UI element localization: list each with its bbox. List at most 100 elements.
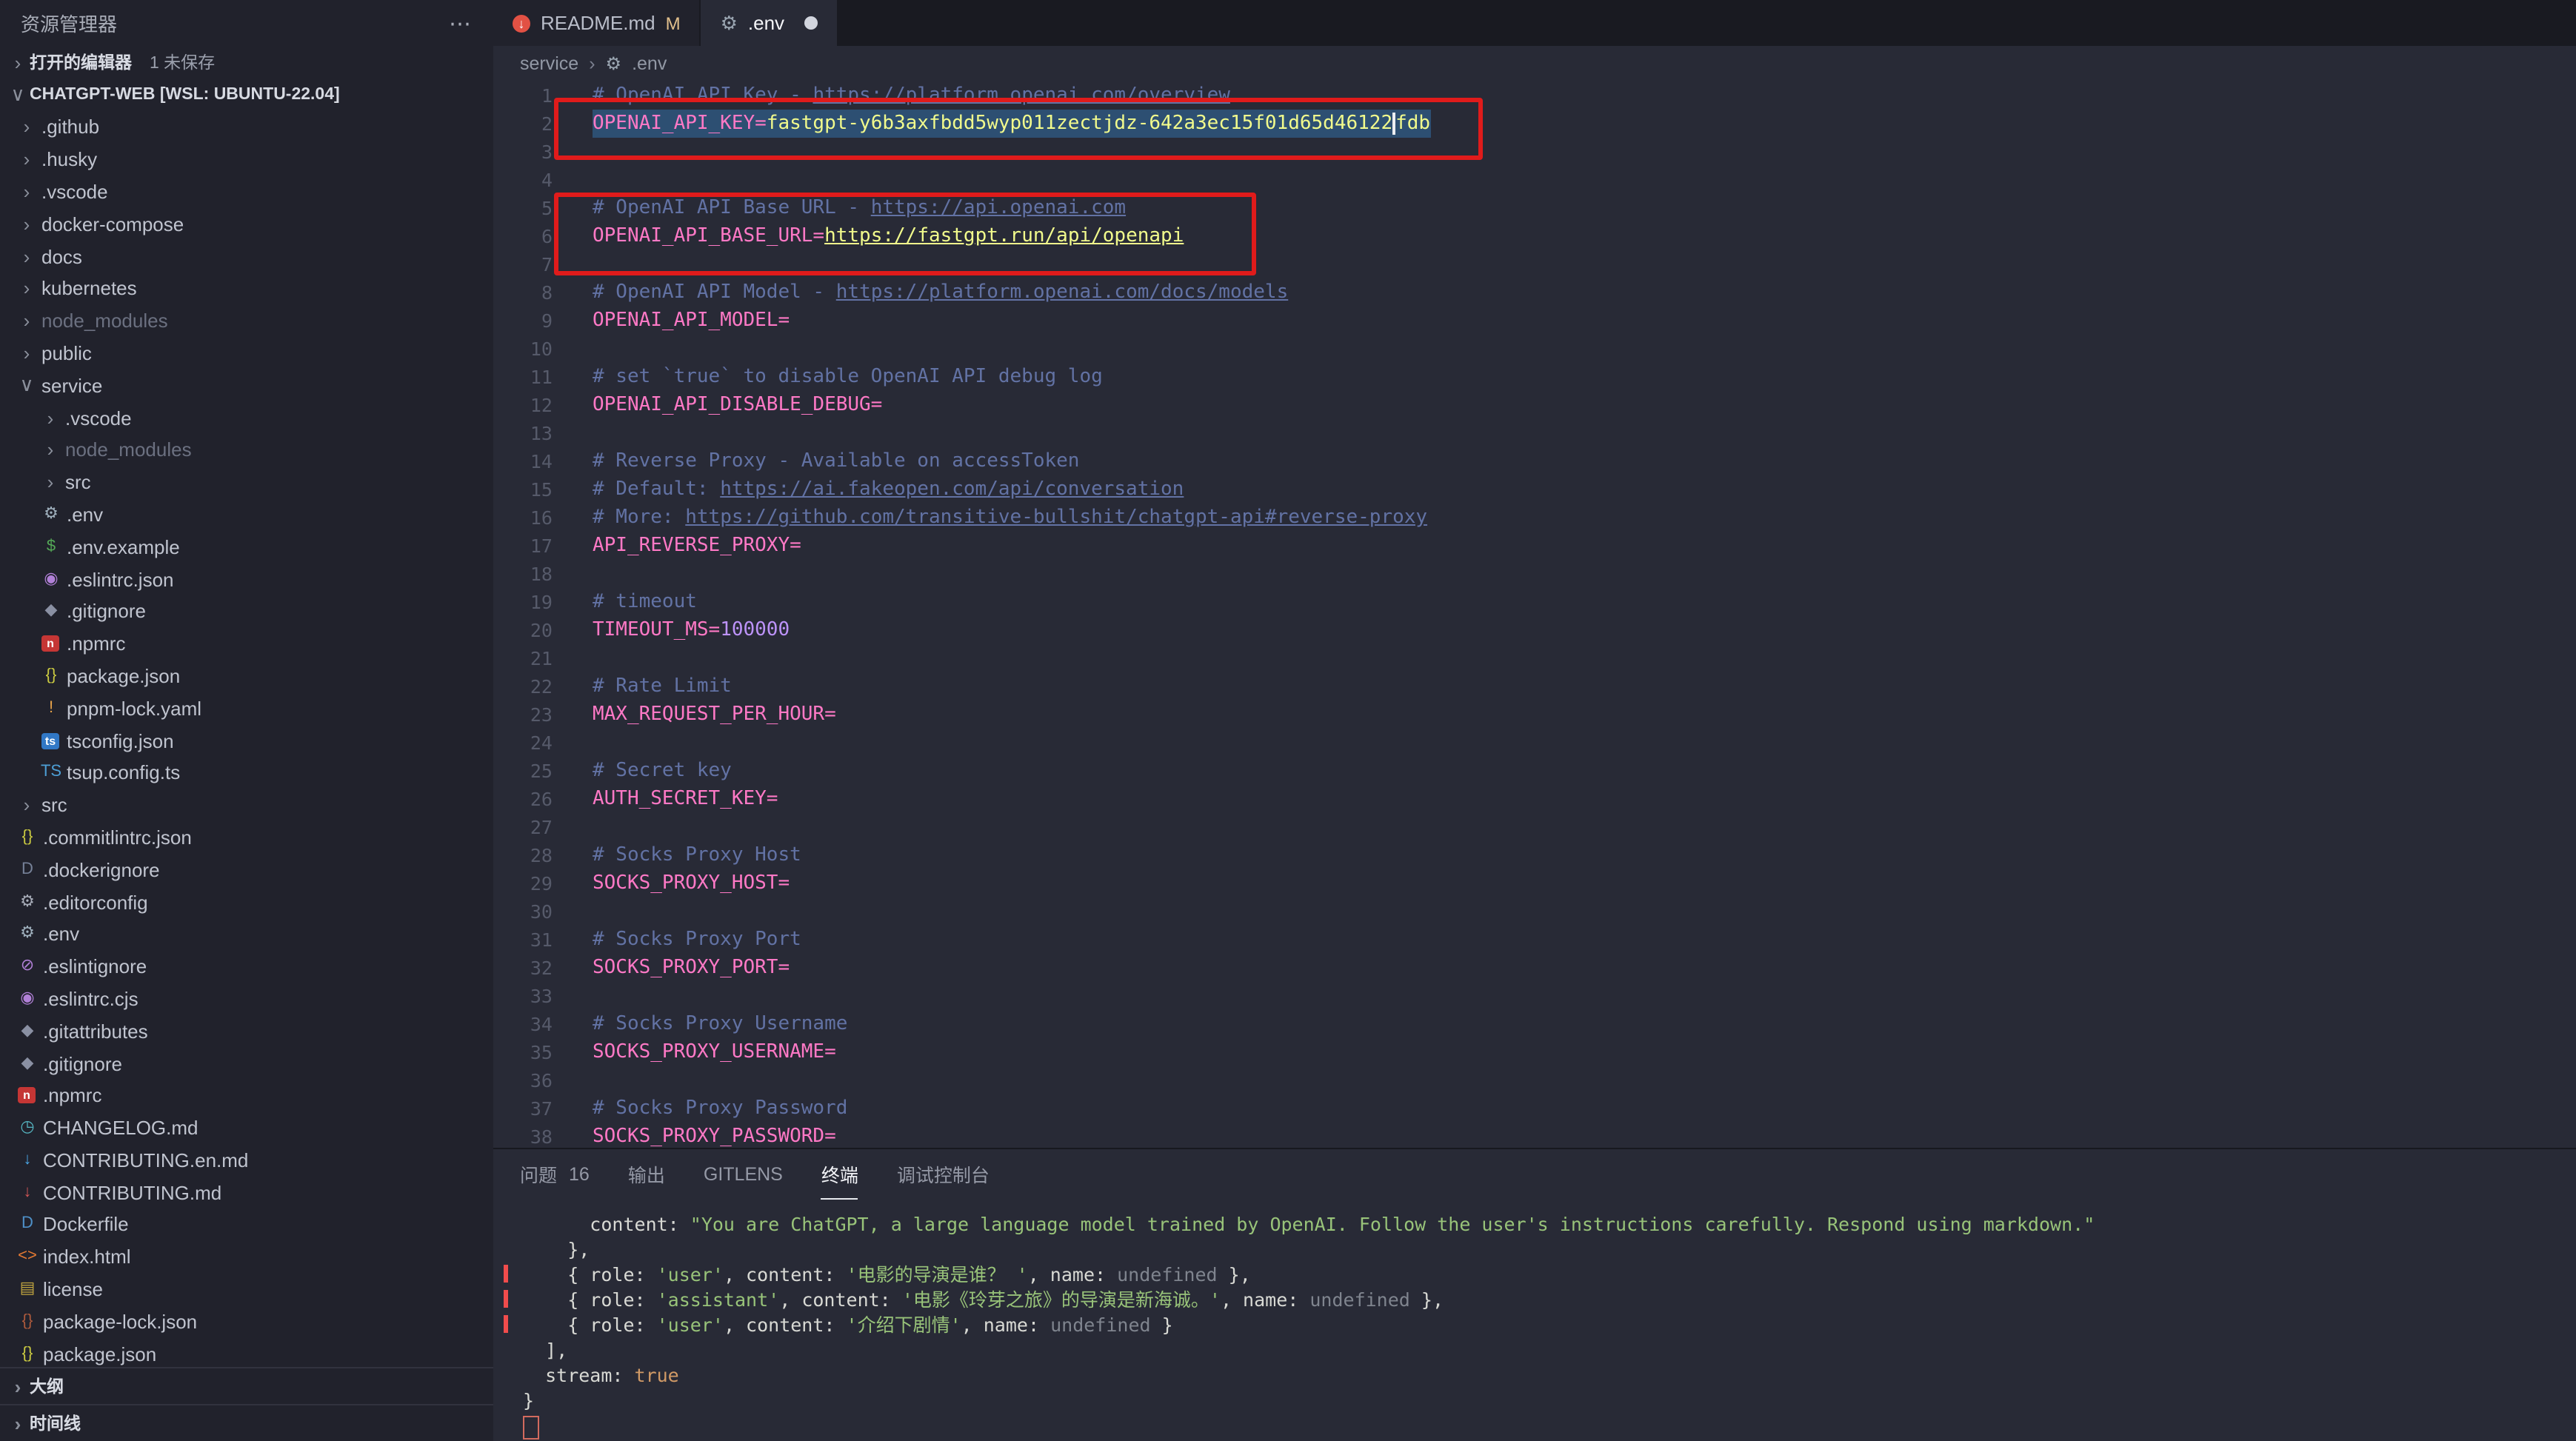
line-number[interactable]: 30 xyxy=(493,897,593,926)
timeline-section[interactable]: › 时间线 xyxy=(0,1404,493,1441)
code-line[interactable]: 28# Socks Proxy Host xyxy=(493,841,2576,869)
code-line[interactable]: 31# Socks Proxy Port xyxy=(493,926,2576,954)
project-root-header[interactable]: ∨ CHATGPT-WEB [WSL: UBUNTU-22.04] xyxy=(0,78,493,111)
line-number[interactable]: 32 xyxy=(493,954,593,982)
tab-env[interactable]: ⚙.env xyxy=(701,0,838,46)
tree-file-eslintrc-cjs[interactable]: ◉.eslintrc.cjs xyxy=(0,983,493,1015)
line-number[interactable]: 17 xyxy=(493,532,593,560)
tree-folder-github[interactable]: ›.github xyxy=(0,111,493,144)
tree-folder-kubernetes[interactable]: ›kubernetes xyxy=(0,273,493,305)
code-line[interactable]: 30 xyxy=(493,897,2576,926)
code-line[interactable]: 11# set `true` to disable OpenAI API deb… xyxy=(493,363,2576,391)
code-line[interactable]: 23MAX_REQUEST_PER_HOUR= xyxy=(493,701,2576,729)
code-line[interactable]: 34# Socks Proxy Username xyxy=(493,1010,2576,1038)
tree-file-license[interactable]: ▤license xyxy=(0,1273,493,1305)
tree-file-package-json[interactable]: {}package.json xyxy=(0,660,493,692)
line-number[interactable]: 11 xyxy=(493,363,593,391)
code-line[interactable]: 24 xyxy=(493,729,2576,757)
tree-file-npmrc[interactable]: n.npmrc xyxy=(0,628,493,661)
code-line[interactable]: 25# Secret key xyxy=(493,757,2576,785)
line-number[interactable]: 21 xyxy=(493,644,593,672)
line-number[interactable]: 12 xyxy=(493,391,593,419)
code-line[interactable]: 16# More: https://github.com/transitive-… xyxy=(493,504,2576,532)
tab-readme[interactable]: ↓README.mdM xyxy=(493,0,701,46)
code-line[interactable]: 7 xyxy=(493,250,2576,278)
code-line[interactable]: 26AUTH_SECRET_KEY= xyxy=(493,785,2576,813)
line-number[interactable]: 4 xyxy=(493,166,593,194)
code-line[interactable]: 10 xyxy=(493,335,2576,363)
tree-file-env[interactable]: ⚙.env xyxy=(0,918,493,951)
line-number[interactable]: 3 xyxy=(493,138,593,166)
line-number[interactable]: 1 xyxy=(493,81,593,110)
line-number[interactable]: 14 xyxy=(493,447,593,475)
tree-folder-node-modules[interactable]: ›node_modules xyxy=(0,305,493,338)
line-number[interactable]: 24 xyxy=(493,729,593,757)
link-text[interactable]: https://github.com/transitive-bullshit/c… xyxy=(685,506,1427,529)
outline-section[interactable]: › 大纲 xyxy=(0,1367,493,1404)
code-line[interactable]: 6OPENAI_API_BASE_URL=https://fastgpt.run… xyxy=(493,222,2576,250)
code-line[interactable]: 4 xyxy=(493,166,2576,194)
line-number[interactable]: 36 xyxy=(493,1066,593,1094)
tree-file-pnpm-lock-yaml[interactable]: !pnpm-lock.yaml xyxy=(0,692,493,725)
line-number[interactable]: 35 xyxy=(493,1038,593,1066)
code-line[interactable]: 20TIMEOUT_MS=100000 xyxy=(493,616,2576,644)
code-line[interactable]: 14# Reverse Proxy - Available on accessT… xyxy=(493,447,2576,475)
line-number[interactable]: 19 xyxy=(493,588,593,616)
code-line[interactable]: 15# Default: https://ai.fakeopen.com/api… xyxy=(493,475,2576,504)
code-line[interactable]: 17API_REVERSE_PROXY= xyxy=(493,532,2576,560)
tree-file-contributing-en-md[interactable]: ↓CONTRIBUTING.en.md xyxy=(0,1144,493,1177)
code-line[interactable]: 27 xyxy=(493,813,2576,841)
code-editor[interactable]: 1# OpenAI API Key - https://platform.ope… xyxy=(493,81,2576,1148)
code-line[interactable]: 19# timeout xyxy=(493,588,2576,616)
code-line[interactable]: 36 xyxy=(493,1066,2576,1094)
code-line[interactable]: 29SOCKS_PROXY_HOST= xyxy=(493,869,2576,897)
tree-folder-src[interactable]: ›src xyxy=(0,789,493,821)
tree-file-commitlintrc-json[interactable]: {}.commitlintrc.json xyxy=(0,821,493,854)
tree-folder-service[interactable]: ∨service xyxy=(0,370,493,402)
tree-file-gitignore[interactable]: ◆.gitignore xyxy=(0,595,493,628)
tree-file-tsconfig-json[interactable]: tstsconfig.json xyxy=(0,724,493,757)
code-line[interactable]: 9OPENAI_API_MODEL= xyxy=(493,307,2576,335)
code-line[interactable]: 13 xyxy=(493,419,2576,447)
line-number[interactable]: 13 xyxy=(493,419,593,447)
code-line[interactable]: 35SOCKS_PROXY_USERNAME= xyxy=(493,1038,2576,1066)
line-number[interactable]: 6 xyxy=(493,222,593,250)
line-number[interactable]: 28 xyxy=(493,841,593,869)
code-line[interactable]: 8# OpenAI API Model - https://platform.o… xyxy=(493,278,2576,307)
line-number[interactable]: 31 xyxy=(493,926,593,954)
tree-folder-husky[interactable]: ›.husky xyxy=(0,144,493,176)
tree-file-contributing-md[interactable]: ↓CONTRIBUTING.md xyxy=(0,1177,493,1209)
tree-folder-src[interactable]: ›src xyxy=(0,467,493,499)
line-number[interactable]: 23 xyxy=(493,701,593,729)
tree-file-gitignore[interactable]: ◆.gitignore xyxy=(0,1047,493,1080)
tree-folder-docs[interactable]: ›docs xyxy=(0,240,493,273)
tree-folder-vscode[interactable]: ›.vscode xyxy=(0,401,493,434)
line-number[interactable]: 9 xyxy=(493,307,593,335)
code-line[interactable]: 21 xyxy=(493,644,2576,672)
code-line[interactable]: 3 xyxy=(493,138,2576,166)
line-number[interactable]: 20 xyxy=(493,616,593,644)
panel-tab-[interactable]: 调试控制台 xyxy=(897,1149,990,1200)
line-number[interactable]: 2 xyxy=(493,110,593,138)
line-number[interactable]: 18 xyxy=(493,560,593,588)
more-actions-icon[interactable]: ⋯ xyxy=(449,10,473,36)
code-line[interactable]: 2OPENAI_API_KEY=fastgpt-y6b3axfbdd5wyp01… xyxy=(493,110,2576,138)
tree-file-dockerignore[interactable]: D.dockerignore xyxy=(0,854,493,886)
line-number[interactable]: 34 xyxy=(493,1010,593,1038)
link-text[interactable]: https://ai.fakeopen.com/api/conversation xyxy=(720,478,1184,501)
breadcrumb[interactable]: service › ⚙ .env xyxy=(493,46,2576,81)
tree-file-changelog-md[interactable]: ◷CHANGELOG.md xyxy=(0,1111,493,1144)
breadcrumb-folder[interactable]: service xyxy=(520,53,578,74)
line-number[interactable]: 25 xyxy=(493,757,593,785)
line-number[interactable]: 10 xyxy=(493,335,593,363)
line-number[interactable]: 29 xyxy=(493,869,593,897)
line-number[interactable]: 16 xyxy=(493,504,593,532)
code-line[interactable]: 38SOCKS_PROXY_PASSWORD= xyxy=(493,1123,2576,1148)
tree-folder-docker-compose[interactable]: ›docker-compose xyxy=(0,208,493,241)
code-line[interactable]: 22# Rate Limit xyxy=(493,672,2576,701)
link-text[interactable]: https://api.openai.com xyxy=(871,197,1126,219)
line-number[interactable]: 7 xyxy=(493,250,593,278)
panel-tab-[interactable]: 终端 xyxy=(821,1149,858,1200)
line-number[interactable]: 33 xyxy=(493,982,593,1010)
panel-tab-[interactable]: 输出 xyxy=(628,1149,665,1200)
